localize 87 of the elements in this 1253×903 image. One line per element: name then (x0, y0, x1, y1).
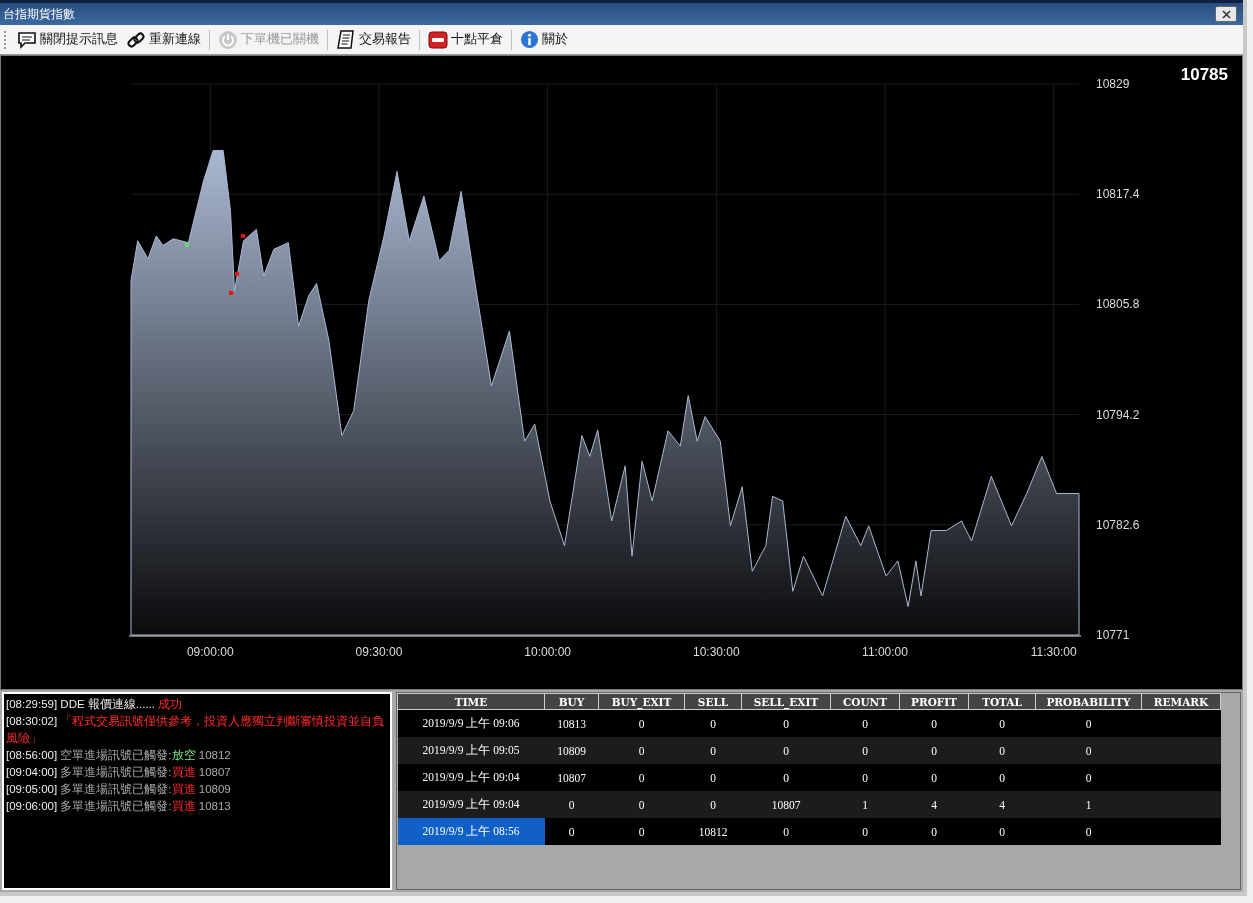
table-cell: 2019/9/9 上午 09:06 (397, 709, 545, 737)
column-header[interactable]: BUY_EXIT (598, 693, 685, 710)
table-cell: 0 (830, 709, 900, 737)
x-tick-label: 09:00:00 (186, 645, 234, 659)
table-cell: 0 (899, 818, 969, 845)
table-cell: 0 (741, 818, 831, 845)
toolbar-button[interactable]: 重新連線 (123, 27, 204, 52)
column-header[interactable]: PROFIT (899, 693, 969, 710)
log-line: [09:05:00] 多單進場訊號已觸發:買進 10809 (6, 782, 232, 797)
table-cell: 0 (830, 764, 900, 791)
table-cell: 0 (968, 737, 1036, 764)
table-cell: 2019/9/9 上午 09:05 (397, 737, 545, 764)
power-icon (218, 29, 238, 50)
column-header[interactable]: BUY (544, 693, 599, 710)
log-line: [09:04:00] 多單進場訊號已觸發:買進 10807 (6, 765, 232, 780)
table-cell: 0 (684, 737, 742, 764)
table-cell: 0 (598, 764, 685, 791)
table-cell: 0 (1035, 737, 1142, 764)
column-header[interactable]: TIME (397, 693, 545, 710)
log-line: [08:30:02] 「程式交易訊號僅供參考，投資人應獨立判斷審慎投資並自負風險」 (6, 714, 386, 746)
table-cell: 0 (899, 737, 969, 764)
table-cell: 1 (1035, 791, 1142, 818)
table-cell: 0 (899, 764, 969, 791)
y-tick-label: 10794.2 (1096, 407, 1140, 422)
table-cell: 10809 (544, 737, 599, 764)
table-cell: 0 (741, 764, 831, 791)
column-header[interactable]: TOTAL (968, 693, 1036, 710)
x-tick-label: 10:30:00 (692, 645, 740, 659)
table-cell: 0 (544, 791, 599, 818)
table-cell: 0 (598, 709, 685, 737)
table-cell: 0 (968, 764, 1036, 791)
table-cell: 0 (830, 737, 900, 764)
table-cell: 0 (741, 709, 831, 737)
window-title: 台指期貨指數 (3, 5, 75, 23)
y-tick-label: 10817.4 (1096, 187, 1140, 202)
table-cell: 4 (899, 791, 969, 818)
x-tick-label: 11:00:00 (862, 645, 908, 659)
log-line: [08:56:00] 空單進場訊號已觸發:放空 10812 (6, 748, 232, 763)
column-header[interactable]: SELL_EXIT (741, 693, 831, 710)
info-icon (520, 30, 539, 49)
x-tick-label: 09:30:00 (355, 645, 403, 659)
off-switch-icon (428, 30, 448, 49)
column-header[interactable]: REMARK (1141, 693, 1221, 710)
chain-link-icon (126, 29, 146, 50)
x-tick-label: 10:00:00 (524, 645, 571, 659)
toolbar-button[interactable]: 關於 (517, 28, 571, 51)
document-icon (336, 29, 356, 50)
table-cell: 0 (830, 818, 900, 845)
table-cell: 0 (684, 764, 742, 791)
table-cell: 0 (1035, 818, 1142, 845)
table-cell: 0 (598, 737, 685, 764)
table-cell: 0 (598, 818, 685, 845)
log-line: [09:06:00] 多單進場訊號已觸發:買進 10813 (6, 799, 232, 814)
column-header[interactable]: SELL (684, 693, 742, 710)
y-tick-label: 10805.8 (1096, 297, 1140, 312)
log-line: [08:29:59] DDE 報價連線...... 成功 (6, 697, 184, 712)
table-cell: 0 (1035, 764, 1142, 791)
table-cell: 10807 (741, 791, 831, 818)
y-tick-label: 10829 (1096, 77, 1130, 91)
speech-bubble-icon (17, 30, 37, 49)
signal-markers-drawing (185, 234, 245, 295)
toolbar-button[interactable]: 十點平倉 (425, 28, 506, 51)
table-cell: 0 (741, 737, 831, 764)
y-tick-label: 10782.6 (1096, 517, 1140, 532)
table-cell: 0 (684, 791, 742, 818)
x-tick-label: 11:30:00 (1030, 645, 1077, 659)
table-cell: 0 (598, 791, 685, 818)
table-cell: 1 (830, 791, 900, 818)
y-tick-label: 10771 (1096, 628, 1130, 642)
table-cell: 0 (968, 818, 1036, 845)
table-cell: 0 (544, 818, 599, 845)
table-cell: 0 (968, 709, 1036, 737)
table-cell: 0 (1035, 709, 1142, 737)
column-header[interactable]: PROBABILITY (1035, 693, 1142, 710)
column-header[interactable]: COUNT (830, 693, 900, 710)
table-cell: 0 (899, 709, 969, 737)
toolbar-button[interactable]: 關閉提示訊息 (14, 28, 121, 51)
table-cell: 10812 (684, 818, 742, 845)
close-icon (1221, 9, 1231, 19)
current-price: 10785 (1180, 65, 1228, 85)
table-cell: 2019/9/9 上午 09:04 (397, 791, 545, 818)
close-button[interactable] (1215, 6, 1237, 22)
toolbar-button[interactable]: 交易報告 (333, 27, 414, 52)
table-cell: 2019/9/9 上午 09:04 (397, 764, 545, 791)
table-cell: 4 (968, 791, 1036, 818)
table-cell: 2019/9/9 上午 08:56 (397, 818, 545, 845)
table-cell: 10807 (544, 764, 599, 791)
